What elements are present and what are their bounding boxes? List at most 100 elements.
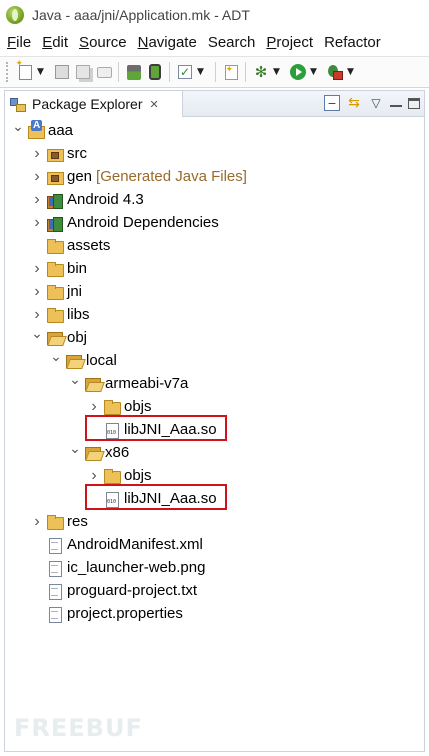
file-icon <box>46 537 63 554</box>
save-button[interactable] <box>53 63 71 81</box>
run-dropdown-arrow-icon[interactable]: ▼ <box>310 67 320 77</box>
print-icon <box>96 66 112 78</box>
chevron-right-icon[interactable]: › <box>30 283 44 301</box>
tree-item-label: local <box>86 352 117 369</box>
link-with-editor-icon[interactable]: ⇆ <box>346 95 362 111</box>
lint-dropdown-arrow-icon[interactable]: ▼ <box>197 67 207 77</box>
menu-source[interactable]: Source <box>79 34 127 51</box>
print-button[interactable] <box>95 63 113 81</box>
menu-project[interactable]: Project <box>266 34 313 51</box>
tree-item[interactable]: › libs <box>30 303 90 326</box>
new-dropdown-arrow-icon[interactable]: ▼ <box>37 67 47 77</box>
lint-check-button[interactable]: ✓ <box>176 63 194 81</box>
maximize-icon[interactable] <box>408 97 420 109</box>
tree-item[interactable]: assets <box>30 234 110 257</box>
tree-item[interactable]: ⌄ armeabi-v7a <box>68 371 189 395</box>
tree-item-label: libJNI_Aaa.so <box>124 421 217 438</box>
tree-item[interactable]: AndroidManifest.xml <box>30 533 203 556</box>
tree-item[interactable]: libJNI_Aaa.so <box>87 487 217 510</box>
menu-search-suf: arch <box>226 33 256 51</box>
menu-refactor-rest: efactor <box>334 33 381 51</box>
menu-refactor[interactable]: Refactor <box>324 34 381 51</box>
view-menu-chevron-icon[interactable]: ▽ <box>368 95 384 111</box>
title-bar: Java - aaa/jni/Application.mk - ADT <box>0 0 429 30</box>
external-tools-dropdown-arrow-icon[interactable]: ▼ <box>347 67 357 77</box>
save-all-button[interactable] <box>74 63 92 81</box>
tree-item-label: Android Dependencies <box>67 214 219 231</box>
new-wizard-icon <box>16 60 32 80</box>
debug-button[interactable]: ✻ <box>252 63 270 81</box>
tree-item-label: armeabi-v7a <box>105 375 189 392</box>
folder-icon <box>103 399 121 415</box>
chevron-down-icon[interactable]: ⌄ <box>11 118 25 135</box>
tree-item[interactable]: ⌄ obj <box>30 325 87 349</box>
folder-icon <box>46 307 64 323</box>
menu-edit[interactable]: Edit <box>42 34 68 51</box>
sdk-manager-button[interactable] <box>125 63 143 81</box>
chevron-down-icon[interactable]: ⌄ <box>68 440 82 457</box>
tree-item[interactable]: › Android Dependencies <box>30 211 219 234</box>
toolbar-separator <box>169 62 170 82</box>
menu-file-rest: ile <box>16 33 32 51</box>
chevron-down-icon[interactable]: ⌄ <box>68 371 82 388</box>
chevron-right-icon[interactable]: › <box>30 168 44 186</box>
new-android-project-button[interactable]: ✦ <box>222 63 240 81</box>
chevron-down-icon[interactable]: ⌄ <box>49 348 63 365</box>
new-button[interactable] <box>16 60 34 81</box>
menu-navigate-mnemonic: N <box>137 33 149 51</box>
tree-item-label: libs <box>67 306 90 323</box>
tree-item[interactable]: › res <box>30 510 88 533</box>
menu-file[interactable]: File <box>7 34 31 51</box>
close-icon[interactable]: ✕ <box>150 98 159 111</box>
menu-search-pre: Se <box>207 33 227 51</box>
tree-item[interactable]: › bin <box>30 257 87 280</box>
avd-manager-button[interactable] <box>146 63 164 81</box>
tree-item[interactable]: › Android 4.3 <box>30 188 144 211</box>
collapse-all-icon[interactable]: − <box>324 95 340 111</box>
menu-source-rest: ource <box>89 33 127 51</box>
menu-file-mnemonic: F <box>7 33 17 51</box>
folder-icon <box>46 261 64 277</box>
tree-item[interactable]: proguard-project.txt <box>30 579 197 602</box>
menu-search[interactable]: SeSarch <box>208 34 256 51</box>
tree-item[interactable]: libJNI_Aaa.so <box>87 418 217 441</box>
toolbar-grip[interactable] <box>6 62 10 82</box>
checkbox-icon: ✓ <box>178 65 192 79</box>
tree-item-label: x86 <box>105 444 130 461</box>
chevron-down-icon[interactable]: ⌄ <box>30 325 44 342</box>
tree-item-decoration: [Generated Java Files] <box>96 168 247 185</box>
chevron-right-icon[interactable]: › <box>30 214 44 232</box>
tree-item-label: res <box>67 513 88 530</box>
library-icon <box>46 215 63 232</box>
tree-item[interactable]: ⌄ a aa <box>11 118 73 142</box>
tree-item[interactable]: › gen [Generated Java Files] <box>30 165 247 188</box>
tree-item[interactable]: › jni <box>30 280 82 303</box>
external-tools-button[interactable] <box>326 63 344 81</box>
view-tab-bar: Package Explorer ✕ − ⇆ ▽ <box>5 91 424 117</box>
tab-package-explorer[interactable]: Package Explorer ✕ <box>5 91 183 117</box>
chevron-right-icon[interactable]: › <box>30 260 44 278</box>
tree-item[interactable]: ic_launcher-web.png <box>30 556 205 579</box>
tree-item[interactable]: ⌄ local <box>49 348 117 372</box>
chevron-right-icon[interactable]: › <box>30 513 44 531</box>
debug-dropdown-arrow-icon[interactable]: ▼ <box>273 67 283 77</box>
tree-item-label: objs <box>124 467 152 484</box>
chevron-right-icon[interactable]: › <box>30 145 44 163</box>
chevron-right-icon[interactable]: › <box>87 398 101 416</box>
chevron-right-icon[interactable]: › <box>87 467 101 485</box>
project-icon <box>27 119 45 139</box>
tree-item-label: proguard-project.txt <box>67 582 198 599</box>
minimize-icon[interactable] <box>390 99 402 107</box>
menu-edit-mnemonic: E <box>42 33 53 51</box>
view-toolbar: − ⇆ ▽ <box>318 95 420 111</box>
package-explorer-icon <box>10 97 26 112</box>
menu-navigate[interactable]: Navigate <box>138 34 197 51</box>
tree-item[interactable]: project.properties <box>30 602 183 625</box>
chevron-right-icon[interactable]: › <box>30 306 44 324</box>
chevron-right-icon[interactable]: › <box>30 191 44 209</box>
folder-icon <box>46 238 64 254</box>
tree-item[interactable]: › src <box>30 142 87 165</box>
tree-item[interactable]: ⌄ x86 <box>68 440 130 464</box>
run-button[interactable] <box>289 63 307 81</box>
tree-item-label: AndroidManifest.xml <box>67 536 203 553</box>
